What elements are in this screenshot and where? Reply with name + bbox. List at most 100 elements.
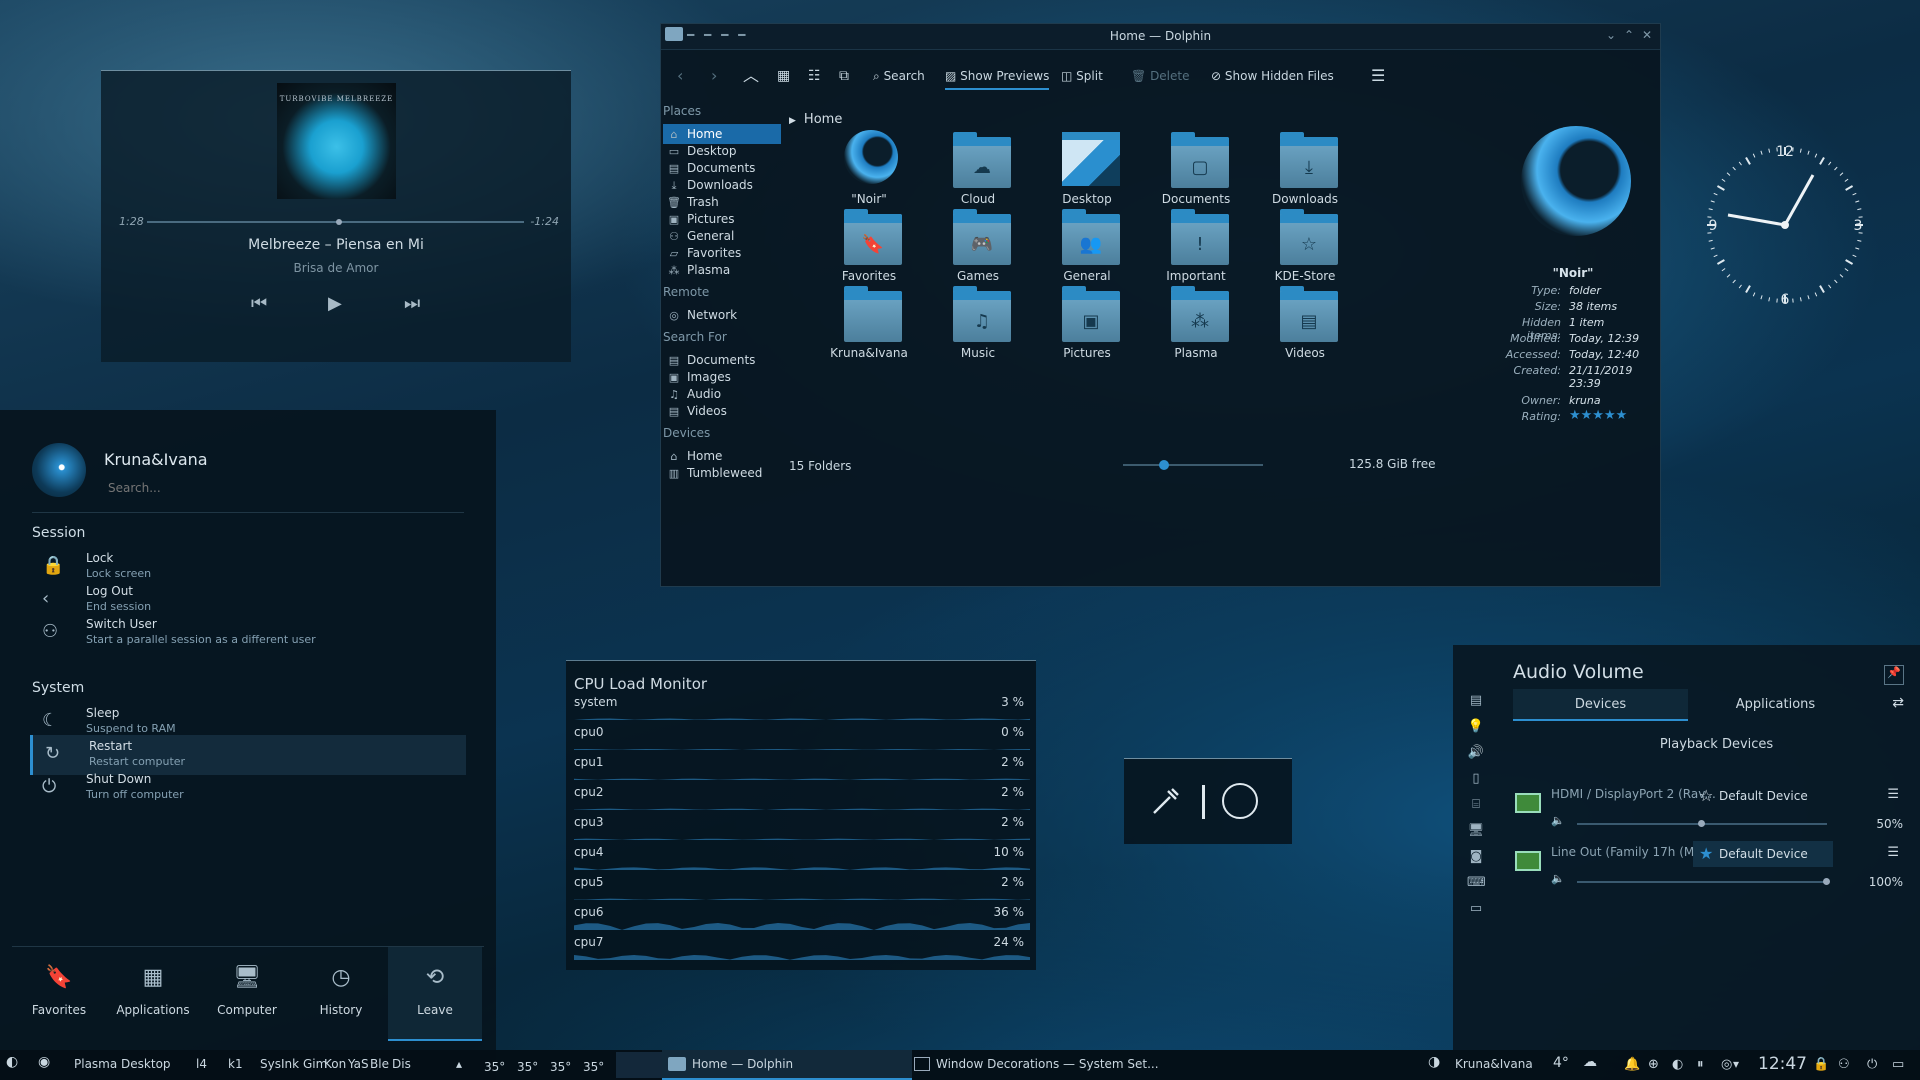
tab-leave[interactable]: ⟲ Leave — [388, 947, 482, 1041]
volume-icon[interactable]: 🔊 — [1467, 745, 1485, 763]
play-icon[interactable]: ▶ — [328, 293, 342, 314]
folder-item[interactable]: ▤ Videos — [1250, 278, 1360, 368]
hamburger-menu-icon[interactable]: ☰ — [1371, 66, 1385, 86]
brightness-icon[interactable]: ◐ — [1672, 1057, 1683, 1072]
keyboard-icon[interactable]: ⌨ — [1467, 875, 1486, 893]
tab-applications[interactable]: ▦ Applications — [106, 947, 200, 1041]
quick-launch-item[interactable]: Ink — [281, 1057, 299, 1071]
places-item-videos[interactable]: ▤ Videos — [663, 401, 781, 421]
speaker-icon[interactable]: 🔈 — [1551, 872, 1565, 885]
volume-handle[interactable] — [1823, 878, 1830, 885]
device-menu-icon[interactable]: ☰ — [1887, 845, 1899, 860]
color-swatch[interactable] — [1222, 783, 1258, 819]
activity-name[interactable]: Plasma Desktop — [74, 1057, 171, 1071]
eyedropper-icon[interactable] — [1148, 783, 1184, 819]
next-track-icon[interactable]: ⏭ — [404, 293, 420, 314]
media-icon[interactable]: ⏸ — [1697, 1057, 1704, 1072]
chevron-up-icon[interactable]: ⌃ — [1624, 28, 1634, 42]
tab-favorites[interactable]: 🔖 Favorites — [12, 947, 106, 1041]
rating-stars[interactable]: ★★★★★ — [1569, 408, 1627, 423]
temperature-sensor: 35° — [517, 1060, 539, 1074]
taskbar-username[interactable]: Kruna&Ivana — [1455, 1057, 1533, 1071]
pin-icon[interactable]: 📌 — [1884, 665, 1904, 685]
quick-launch-item[interactable]: k1 — [228, 1057, 243, 1071]
folder-item[interactable]: ▣ Pictures — [1032, 278, 1142, 368]
volume-slider[interactable] — [1577, 820, 1827, 827]
speaker-icon[interactable]: 🔈 — [1551, 814, 1565, 827]
forward-icon[interactable]: › — [711, 66, 717, 86]
launcher-icon[interactable]: ◐ — [6, 1054, 18, 1070]
clipboard-icon[interactable]: ▤ — [1467, 693, 1485, 711]
task-system-settings[interactable]: Window Decorations — System Set... — [910, 1050, 1180, 1080]
clock-time[interactable]: 12:47 — [1758, 1054, 1807, 1074]
update-icon[interactable]: ⊕ — [1648, 1057, 1659, 1072]
seek-handle[interactable] — [336, 219, 343, 225]
seek-slider[interactable] — [147, 219, 524, 225]
volume-handle[interactable] — [1698, 820, 1705, 827]
display-icon[interactable]: 🖥 — [1467, 823, 1485, 841]
back-icon[interactable]: ‹ — [677, 66, 683, 86]
icons-view-icon[interactable]: ▦ — [777, 66, 790, 86]
quick-launch-item[interactable]: l4 — [196, 1057, 207, 1071]
split-button[interactable]: ◫ Split — [1061, 66, 1103, 86]
quick-launch-item[interactable]: Kon — [324, 1057, 346, 1071]
search-button[interactable]: ⌕ Search — [873, 66, 925, 86]
folder-item[interactable]: Kruna&Ivana — [814, 278, 924, 368]
activities-icon[interactable]: ◉ — [38, 1054, 50, 1070]
delete-button[interactable]: 🗑 Delete — [1131, 66, 1190, 86]
network-icon[interactable]: ◎ — [1721, 1057, 1732, 1072]
clock-tick — [1834, 279, 1838, 284]
chevron-up-icon[interactable]: ▴ — [456, 1057, 462, 1071]
default-device-button[interactable]: ☆ Default Device — [1693, 783, 1833, 809]
clock-tick — [1752, 153, 1756, 158]
zoom-handle[interactable] — [1159, 460, 1169, 470]
cpu-graph-area — [574, 923, 1030, 930]
volume-slider[interactable] — [1577, 878, 1830, 885]
notification-icon[interactable]: 🔔 — [1624, 1057, 1640, 1072]
tab-devices[interactable]: Devices — [1513, 689, 1688, 721]
configure-icon[interactable]: ⇄ — [1892, 695, 1904, 711]
launcher-item-switch-user[interactable]: ⚇ Switch User Start a parallel session as … — [30, 613, 466, 653]
folder-item[interactable]: ♫ Music — [923, 278, 1033, 368]
switch-user-icon[interactable]: ⚇ — [1838, 1057, 1850, 1072]
task-dolphin[interactable]: Home — Dolphin — [662, 1050, 912, 1080]
places-item-network[interactable]: ◎ Network — [663, 305, 781, 325]
bulb-icon[interactable]: 💡 — [1467, 719, 1485, 737]
launcher-item-shut-down[interactable]: ⏻ Shut Down Turn off computer — [30, 768, 466, 808]
show-hidden-files-button[interactable]: ⊘ Show Hidden Files — [1211, 66, 1334, 86]
up-icon[interactable]: ︿ — [743, 66, 759, 86]
lock-icon[interactable]: 🔒 — [1813, 1057, 1829, 1072]
details-view-icon[interactable]: ⧉ — [839, 66, 849, 86]
close-icon[interactable]: ✕ — [1642, 28, 1652, 42]
device-menu-icon[interactable]: ☰ — [1887, 787, 1899, 802]
quick-launch-item[interactable]: Sys — [260, 1057, 281, 1071]
quick-launch-item[interactable]: Ble — [370, 1057, 389, 1071]
usb-icon[interactable]: ⌸ — [1467, 797, 1485, 815]
pager[interactable] — [616, 1052, 664, 1078]
places-item-plasma[interactable]: ⁂ Plasma — [663, 260, 781, 280]
disk-icon[interactable]: ◙ — [1467, 849, 1485, 867]
battery-icon[interactable]: ▯ — [1467, 771, 1485, 789]
show-desktop-icon[interactable]: ▭ — [1892, 1057, 1904, 1072]
tab-applications[interactable]: Applications — [1688, 689, 1863, 721]
launcher-search-input[interactable] — [108, 476, 463, 500]
default-device-button[interactable]: ★ Default Device — [1693, 841, 1833, 867]
default-device-label: Default Device — [1719, 789, 1808, 803]
tab-history[interactable]: ◷ History — [294, 947, 388, 1041]
folder-item[interactable]: ⁂ Plasma — [1141, 278, 1251, 368]
quick-launch-item[interactable]: YaS — [348, 1057, 369, 1071]
monitor-icon[interactable]: ▭ — [1467, 901, 1485, 919]
show-previews-button[interactable]: ▨ Show Previews — [945, 66, 1050, 90]
cpu-graph — [574, 718, 1030, 720]
chevron-down-icon[interactable]: ⌄ — [1606, 28, 1616, 42]
weather-temp[interactable]: 4° — [1553, 1055, 1569, 1071]
compact-view-icon[interactable]: ☷ — [808, 66, 821, 86]
zoom-slider[interactable] — [1123, 460, 1263, 470]
tab-computer[interactable]: 🖥 Computer — [200, 947, 294, 1041]
places-item-tumbleweed[interactable]: ▥ Tumbleweed — [663, 463, 781, 483]
power-icon[interactable]: ⏻ — [1867, 1057, 1877, 1072]
previous-track-icon[interactable]: ⏮ — [251, 293, 267, 314]
tray-expand-icon[interactable]: ▾ — [1733, 1057, 1739, 1071]
cloud-icon[interactable]: ☁ — [1583, 1054, 1597, 1070]
quick-launch-item[interactable]: Dis — [392, 1057, 411, 1071]
